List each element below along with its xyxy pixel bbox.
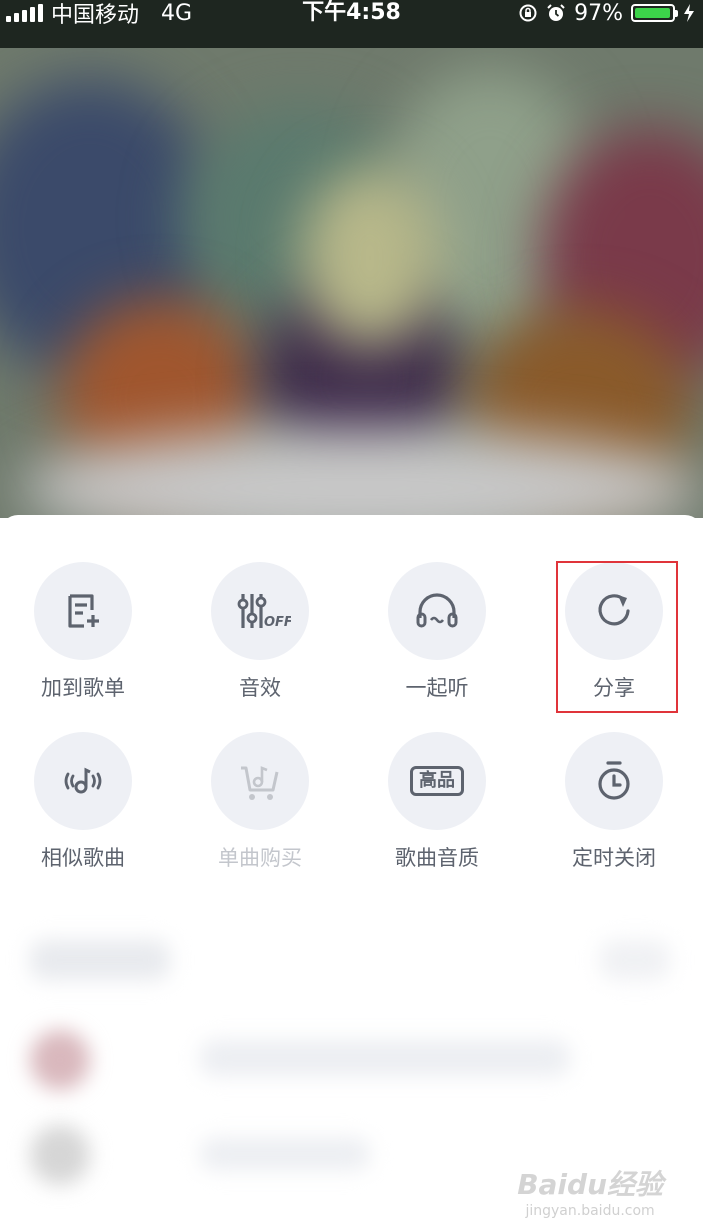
battery-fill bbox=[635, 8, 670, 18]
listen-together-label: 一起听 bbox=[405, 676, 469, 700]
listen-together-button[interactable]: 一起听 bbox=[357, 562, 517, 702]
song-quality-label: 歌曲音质 bbox=[395, 846, 479, 870]
song-quality-icon-bg: 高品 bbox=[388, 732, 486, 830]
timer-icon bbox=[598, 761, 630, 800]
buy-single-button[interactable]: 单曲购买 bbox=[180, 732, 340, 872]
blurred-album-cover bbox=[0, 48, 703, 518]
charging-icon bbox=[684, 4, 694, 22]
battery-percent: 97% bbox=[574, 0, 623, 26]
similar-songs-icon-bg bbox=[34, 732, 132, 830]
similar-songs-button[interactable]: 相似歌曲 bbox=[3, 732, 163, 872]
status-bar: 中国移动 4G 下午4:58 97% bbox=[0, 0, 703, 48]
similar-songs-icon bbox=[64, 767, 102, 794]
status-right: 97% bbox=[518, 0, 695, 26]
battery-icon bbox=[631, 4, 678, 22]
add-to-playlist-label: 加到歌单 bbox=[41, 676, 125, 700]
quality-badge-icon: 高品 bbox=[410, 766, 464, 796]
equalizer-off-icon: OFF bbox=[237, 594, 291, 630]
add-to-playlist-icon-bg bbox=[34, 562, 132, 660]
song-quality-button[interactable]: 高品 歌曲音质 bbox=[357, 732, 517, 872]
listen-together-icon-bg bbox=[388, 562, 486, 660]
sleep-timer-button[interactable]: 定时关闭 bbox=[534, 732, 694, 872]
sound-effect-icon-bg: OFF bbox=[211, 562, 309, 660]
sleep-timer-label: 定时关闭 bbox=[572, 846, 656, 870]
baidu-jingyan-watermark: Baidu经验 jingyan.baidu.com bbox=[517, 1163, 663, 1219]
share-highlight-box bbox=[556, 561, 678, 713]
watermark-logo: Baidu经验 bbox=[517, 1168, 663, 1201]
add-to-playlist-button[interactable]: 加到歌单 bbox=[3, 562, 163, 702]
sleep-timer-icon-bg bbox=[565, 732, 663, 830]
similar-songs-label: 相似歌曲 bbox=[41, 846, 125, 870]
alarm-icon bbox=[547, 4, 565, 21]
sound-effect-label: 音效 bbox=[239, 676, 281, 700]
headphones-icon bbox=[416, 593, 458, 628]
cart-music-icon bbox=[241, 766, 279, 800]
rotation-lock-icon bbox=[519, 4, 537, 22]
watermark-url: jingyan.baidu.com bbox=[525, 1203, 655, 1219]
svg-text:OFF: OFF bbox=[264, 615, 291, 630]
add-to-playlist-icon bbox=[68, 594, 99, 628]
buy-single-label: 单曲购买 bbox=[218, 846, 302, 870]
sound-effect-button[interactable]: OFF 音效 bbox=[180, 562, 340, 702]
quality-badge-text: 高品 bbox=[419, 770, 455, 791]
buy-single-icon-bg bbox=[211, 732, 309, 830]
